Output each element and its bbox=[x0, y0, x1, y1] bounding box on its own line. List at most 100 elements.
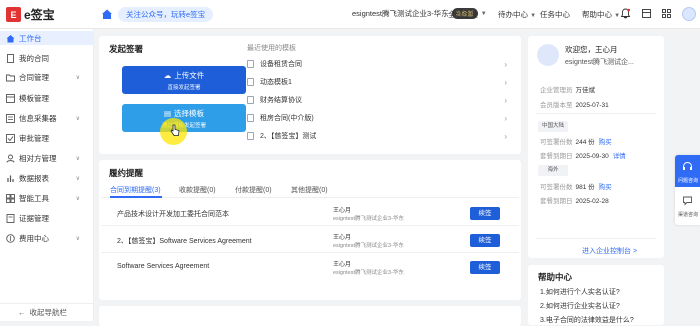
expiry-label: 套餐到期日 bbox=[540, 153, 573, 160]
sidebar-item-info-collector[interactable]: 信息采集器 ∨ bbox=[0, 111, 94, 125]
next-card bbox=[99, 306, 521, 326]
admin-label: 企业管理员 bbox=[540, 87, 573, 94]
sidebar-item-label: 证据管理 bbox=[19, 213, 49, 223]
tab-other[interactable]: 其他提醒(0) bbox=[291, 185, 328, 195]
template-icon bbox=[6, 93, 15, 103]
reminder-row-person: 王心月 bbox=[333, 208, 352, 214]
sidebar-item-label: 相对方管理 bbox=[19, 153, 57, 163]
upload-label: 上传文件 bbox=[174, 71, 205, 80]
chevron-down-icon: ▼ bbox=[480, 10, 487, 17]
reminder-row-company: esigntest腾飞测试企业3-华东 bbox=[333, 243, 404, 249]
sidebar-item-contract-management[interactable]: 合同管理 ∨ bbox=[0, 70, 94, 84]
recent-template-item[interactable]: 设备租赁合同 › bbox=[247, 58, 507, 70]
upload-sub-label: 直接发起签署 bbox=[167, 85, 201, 91]
help-question-link[interactable]: 3.电子合同的法律效益是什么? bbox=[540, 315, 634, 325]
reminder-row-title: 产品技术设计开发加工委托合同范本 bbox=[117, 211, 229, 218]
form-icon bbox=[6, 113, 15, 123]
detail-link[interactable]: 详情 bbox=[613, 153, 626, 160]
admin-value: 万佳斌 bbox=[575, 87, 596, 94]
quota-line: 可签署份数 981 份购买 bbox=[540, 181, 612, 191]
question-consult-button[interactable]: 问题咨询 bbox=[675, 155, 700, 187]
bell-icon[interactable] bbox=[620, 8, 631, 19]
sidebar-item-workbench[interactable]: 工作台 bbox=[0, 31, 94, 45]
row-divider bbox=[101, 225, 519, 226]
buy-link[interactable]: 购买 bbox=[599, 184, 612, 191]
enter-console-link[interactable]: 进入企业控制台 > bbox=[582, 246, 637, 256]
sidebar-item-label: 工作台 bbox=[19, 33, 42, 43]
document-icon bbox=[7, 53, 14, 63]
top-bar: E e签宝 关注公众号，玩转e签宝 esigntest腾飞测试企业3-华东 高级… bbox=[0, 0, 700, 29]
help-question-link[interactable]: 2.如何进行企业实名认证? bbox=[540, 301, 620, 311]
hand-cursor-icon bbox=[170, 124, 180, 136]
sidebar-item-evidence-management[interactable]: 证据管理 bbox=[0, 211, 94, 225]
buy-link[interactable]: 购买 bbox=[599, 139, 612, 146]
chevron-right-icon: › bbox=[504, 59, 507, 69]
people-icon bbox=[6, 154, 15, 163]
logo[interactable]: E e签宝 bbox=[6, 6, 55, 23]
member-label: 会员版本至 bbox=[540, 102, 573, 109]
recent-template-item[interactable]: 财务结算协议 › bbox=[247, 94, 507, 106]
region-badge: 海外 bbox=[538, 165, 568, 176]
expiry-value: 2025-09-30 bbox=[575, 153, 609, 160]
recent-template-label: 动态模板1 bbox=[260, 79, 292, 86]
tab-contract-expiry[interactable]: 合同到期提醒(3) bbox=[110, 185, 161, 195]
grid-icon[interactable] bbox=[661, 8, 672, 19]
sidebar-item-label: 我的合同 bbox=[19, 53, 49, 63]
reminder-row-person: 王心月 bbox=[333, 235, 352, 241]
sidebar-item-template-management[interactable]: 模板管理 bbox=[0, 91, 94, 105]
initiate-title: 发起签署 bbox=[109, 44, 144, 54]
renew-button[interactable]: 续签 bbox=[470, 207, 500, 220]
channel-consult-button[interactable]: 渠道咨询 bbox=[675, 191, 700, 223]
active-tab-indicator bbox=[110, 196, 162, 198]
chevron-right-icon: › bbox=[504, 95, 507, 105]
chevron-down-icon: ∨ bbox=[75, 175, 80, 182]
quota-value: 981 份 bbox=[575, 184, 595, 191]
sidebar-item-billing-center[interactable]: 费用中心 ∨ bbox=[0, 231, 94, 245]
promo-banner[interactable]: 关注公众号，玩转e签宝 bbox=[118, 7, 214, 22]
recent-template-label: 租房合同(中介版) bbox=[260, 115, 314, 122]
sidebar-item-label: 信息采集器 bbox=[19, 113, 57, 123]
sidebar-item-data-reports[interactable]: 数据报表 ∨ bbox=[0, 171, 94, 185]
question-consult-label: 问题咨询 bbox=[677, 178, 698, 184]
recent-templates-title: 最近使用的模板 bbox=[247, 45, 296, 52]
help-question-link[interactable]: 1.如何进行个人实名认证? bbox=[540, 287, 620, 297]
chevron-down-icon: ∨ bbox=[75, 115, 80, 122]
welcome-text: 欢迎您，王心月 bbox=[565, 45, 618, 54]
reminders-title: 履约提醒 bbox=[109, 168, 144, 178]
sidebar-item-smart-tools[interactable]: 智能工具 ∨ bbox=[0, 191, 94, 205]
divider bbox=[536, 113, 656, 114]
recent-template-label: 财务结算协议 bbox=[260, 97, 302, 104]
layout-icon[interactable] bbox=[641, 8, 652, 19]
chart-icon bbox=[7, 175, 14, 182]
sidebar-item-label: 智能工具 bbox=[19, 193, 49, 203]
collapse-sidebar-button[interactable]: ← 收起导航栏 bbox=[0, 303, 94, 321]
row-divider bbox=[101, 252, 519, 253]
nav-all-companies[interactable]: 全部企业 bbox=[448, 9, 478, 20]
upload-file-button[interactable]: ☁ 上传文件 直接发起签署 bbox=[122, 66, 246, 94]
nav-todo-center[interactable]: 待办中心 ▼ bbox=[498, 9, 536, 20]
chevron-down-icon: ∨ bbox=[75, 235, 80, 242]
recent-template-item[interactable]: 租房合同(中介版) › bbox=[247, 112, 507, 124]
sidebar-item-label: 模板管理 bbox=[19, 93, 49, 103]
sidebar-item-counterparty-management[interactable]: 相对方管理 ∨ bbox=[0, 151, 94, 165]
tab-divider bbox=[101, 197, 519, 198]
chevron-right-icon: › bbox=[504, 131, 507, 141]
renew-button[interactable]: 续签 bbox=[470, 261, 500, 274]
template-label: 选择模板 bbox=[174, 109, 205, 118]
quota-label: 可签署份数 bbox=[540, 139, 573, 146]
recent-template-item[interactable]: 2、【慈签宝】测试 › bbox=[247, 130, 507, 142]
company-name: esigntest腾飞测试企业3-华东 bbox=[352, 9, 449, 18]
home-icon[interactable] bbox=[101, 8, 113, 20]
user-avatar[interactable] bbox=[682, 7, 696, 21]
nav-task-center[interactable]: 任务中心 bbox=[540, 9, 570, 20]
tab-payment[interactable]: 付款提醒(0) bbox=[235, 185, 272, 195]
tab-receipt[interactable]: 收款提醒(0) bbox=[179, 185, 216, 195]
chevron-down-icon: ∨ bbox=[75, 155, 80, 162]
recent-template-item[interactable]: 动态模板1 › bbox=[247, 76, 507, 88]
sidebar-item-approval-management[interactable]: 审批管理 bbox=[0, 131, 94, 145]
logo-mark: E bbox=[6, 7, 21, 22]
nav-help-center[interactable]: 帮助中心 ▼ bbox=[582, 9, 620, 20]
recent-template-label: 设备租赁合同 bbox=[260, 61, 302, 68]
sidebar-item-my-contracts[interactable]: 我的合同 bbox=[0, 51, 94, 65]
renew-button[interactable]: 续签 bbox=[470, 234, 500, 247]
